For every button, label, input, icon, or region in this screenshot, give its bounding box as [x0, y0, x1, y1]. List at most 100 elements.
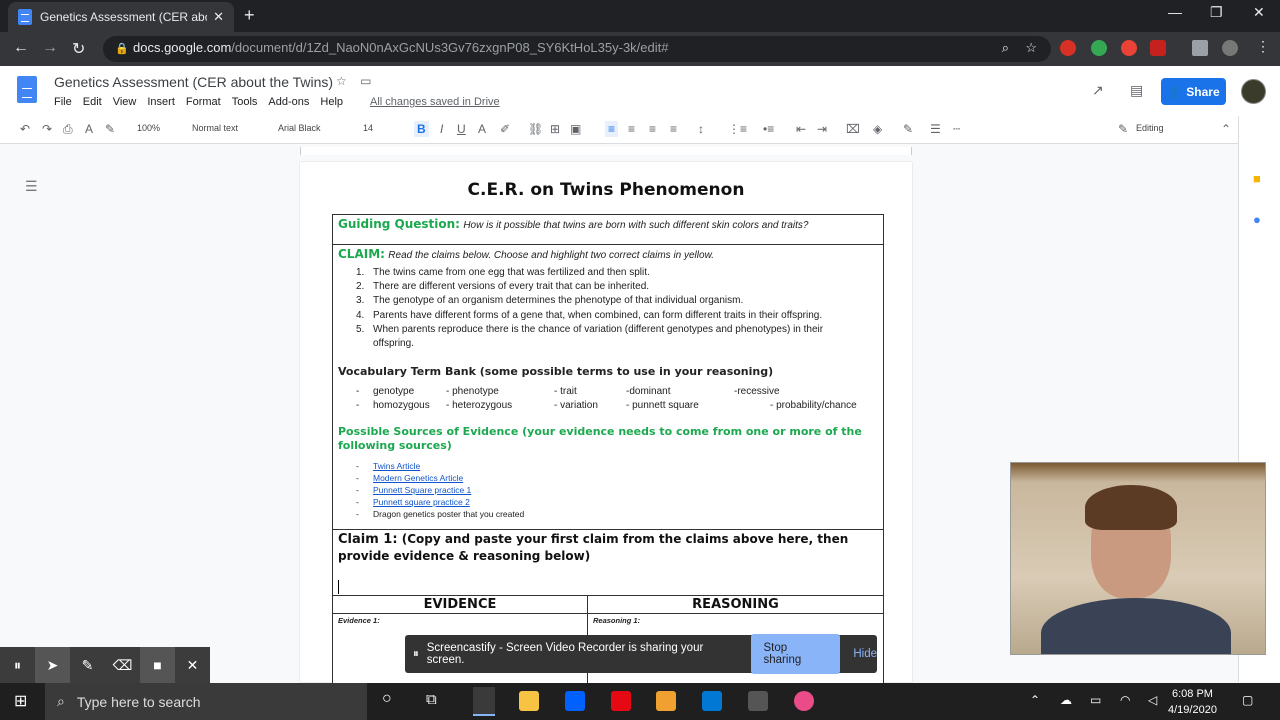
image-icon[interactable]: ▣ [570, 122, 581, 136]
source-link-twins-article[interactable]: Twins Article [373, 461, 420, 471]
fill-color-icon[interactable]: ◈ [873, 122, 882, 136]
text-color-icon[interactable]: A [478, 122, 486, 136]
extension-icon[interactable] [1121, 40, 1137, 56]
claim1-box[interactable]: Claim 1: (Copy and paste your first clai… [332, 529, 884, 596]
document-title[interactable]: Genetics Assessment (CER about the Twins… [54, 74, 333, 90]
bulleted-list-icon[interactable]: •≡ [763, 122, 774, 136]
docs-logo-icon[interactable] [17, 76, 37, 103]
move-folder-icon[interactable]: ▭ [360, 74, 371, 88]
cursor-tool-icon[interactable]: ➤ [35, 647, 70, 683]
screencastify-extension-icon[interactable] [1150, 40, 1166, 56]
underline-button[interactable]: U [457, 122, 466, 136]
font-size-select[interactable]: 14 [363, 123, 373, 133]
webcam-toggle-icon[interactable]: ■ [140, 647, 175, 683]
align-right-icon[interactable]: ≡ [649, 122, 656, 136]
back-icon[interactable]: ← [13, 39, 29, 57]
activity-icon[interactable]: ↗ [1092, 82, 1104, 99]
increase-indent-icon[interactable]: ⇥ [817, 122, 827, 136]
bookmark-star-icon[interactable]: ☆ [1025, 40, 1037, 56]
keep-icon[interactable]: ■ [1253, 171, 1261, 186]
dropbox-icon[interactable] [565, 691, 585, 711]
source-link-punnett-1[interactable]: Punnett Square practice 1 [373, 485, 471, 495]
profile-icon[interactable] [1222, 40, 1238, 56]
cortana-icon[interactable]: ○ [382, 690, 392, 708]
stop-sharing-button[interactable]: Stop sharing [750, 634, 841, 674]
clear-formatting-icon[interactable]: ⌧ [846, 122, 860, 136]
close-toolbar-icon[interactable]: ✕ [175, 657, 210, 674]
redo-icon[interactable]: ↷ [42, 122, 52, 136]
hide-button[interactable]: Hide [853, 648, 877, 660]
pause-recording-icon[interactable]: ⏸ [0, 657, 35, 674]
comments-icon[interactable]: ▤ [1130, 82, 1143, 99]
source-link-punnett-2[interactable]: Punnett square practice 2 [373, 497, 470, 507]
align-left-icon[interactable]: ≡ [605, 121, 619, 137]
store-icon[interactable] [748, 691, 768, 711]
netflix-icon[interactable] [611, 691, 631, 711]
save-status[interactable]: All changes saved in Drive [370, 96, 500, 108]
italic-button[interactable]: I [440, 122, 443, 136]
windows-start-icon[interactable]: ⊞ [14, 691, 27, 711]
claim-box[interactable]: CLAIM: Read the claims below. Choose and… [332, 244, 884, 530]
decrease-indent-icon[interactable]: ⇤ [796, 122, 806, 136]
new-tab-icon[interactable]: + [244, 5, 255, 26]
menu-addons[interactable]: Add-ons [268, 96, 309, 108]
collapse-menus-icon[interactable]: ⌃ [1221, 122, 1231, 136]
outlook-icon[interactable] [702, 691, 722, 711]
itunes-icon[interactable] [794, 691, 814, 711]
border-width-icon[interactable]: ☰ [930, 122, 941, 136]
star-icon[interactable]: ☆ [336, 74, 347, 88]
menu-insert[interactable]: Insert [147, 96, 175, 108]
minimize-icon[interactable]: — [1168, 4, 1182, 20]
highlight-icon[interactable]: ✐ [500, 122, 510, 136]
zoom-search-icon[interactable]: ⌕ [1002, 40, 1009, 56]
show-hidden-icons[interactable]: ⌃ [1030, 693, 1040, 707]
media-icon[interactable] [1192, 40, 1208, 56]
maximize-icon[interactable]: ❐ [1210, 4, 1223, 21]
eraser-tool-icon[interactable]: ⌫ [105, 657, 140, 674]
bold-button[interactable]: B [414, 121, 429, 137]
system-clock[interactable]: 6:08 PM 4/19/2020 [1168, 686, 1217, 718]
menu-edit[interactable]: Edit [83, 96, 102, 108]
notifications-icon[interactable]: ▢ [1242, 693, 1253, 707]
menu-format[interactable]: Format [186, 96, 221, 108]
battery-icon[interactable]: ▭ [1090, 693, 1101, 707]
avatar[interactable] [1241, 79, 1266, 104]
align-center-icon[interactable]: ≡ [628, 122, 635, 136]
zoom-select[interactable]: 100% [137, 123, 160, 133]
source-link-modern-genetics[interactable]: Modern Genetics Article [373, 473, 463, 483]
document-outline-icon[interactable]: ☰ [25, 178, 38, 195]
tasks-icon[interactable]: ● [1253, 212, 1261, 227]
file-explorer-icon[interactable] [519, 691, 539, 711]
cloud-icon[interactable]: ☁ [1060, 693, 1072, 707]
document-page[interactable]: C.E.R. on Twins Phenomenon Guiding Quest… [300, 162, 912, 715]
pen-tool-icon[interactable]: ✎ [70, 657, 105, 674]
chrome-taskbar-icon[interactable] [473, 687, 495, 716]
numbered-list-icon[interactable]: ⋮≡ [728, 122, 747, 136]
menu-file[interactable]: File [54, 96, 72, 108]
menu-view[interactable]: View [113, 96, 137, 108]
edit-mode-icon[interactable]: ✎ [1118, 122, 1128, 136]
justify-icon[interactable]: ≡ [670, 122, 677, 136]
webcam-overlay[interactable] [1010, 462, 1266, 655]
font-select[interactable]: Arial Black [278, 123, 321, 133]
wifi-icon[interactable]: ◠ [1120, 693, 1130, 707]
paint-format-icon[interactable]: ✎ [105, 122, 115, 136]
print-icon[interactable]: ⎙ [63, 122, 73, 137]
taskbar-search-box[interactable]: ⌕ Type here to search [45, 683, 367, 720]
ruler[interactable] [0, 144, 1238, 158]
reload-icon[interactable]: ↻ [72, 39, 85, 59]
menu-help[interactable]: Help [320, 96, 343, 108]
browser-tab[interactable]: Genetics Assessment (CER about ✕ [8, 2, 234, 32]
border-color-icon[interactable]: ✎ [903, 122, 913, 136]
spellcheck-icon[interactable]: A [85, 122, 93, 136]
extension-icon[interactable] [1091, 40, 1107, 56]
border-dash-icon[interactable]: ┄ [953, 122, 960, 136]
editing-mode-select[interactable]: Editing [1136, 123, 1164, 133]
url-input[interactable]: 🔒 docs.google.com/document/d/1Zd_NaoN0nA… [103, 36, 1051, 62]
task-view-icon[interactable]: ⧉ [426, 691, 437, 708]
media-player-icon[interactable] [656, 691, 676, 711]
adblock-extension-icon[interactable] [1060, 40, 1076, 56]
close-window-icon[interactable]: ✕ [1253, 4, 1265, 21]
chrome-menu-icon[interactable]: ⋮ [1256, 38, 1272, 54]
guiding-question-box[interactable]: Guiding Question: How is it possible tha… [332, 214, 884, 245]
